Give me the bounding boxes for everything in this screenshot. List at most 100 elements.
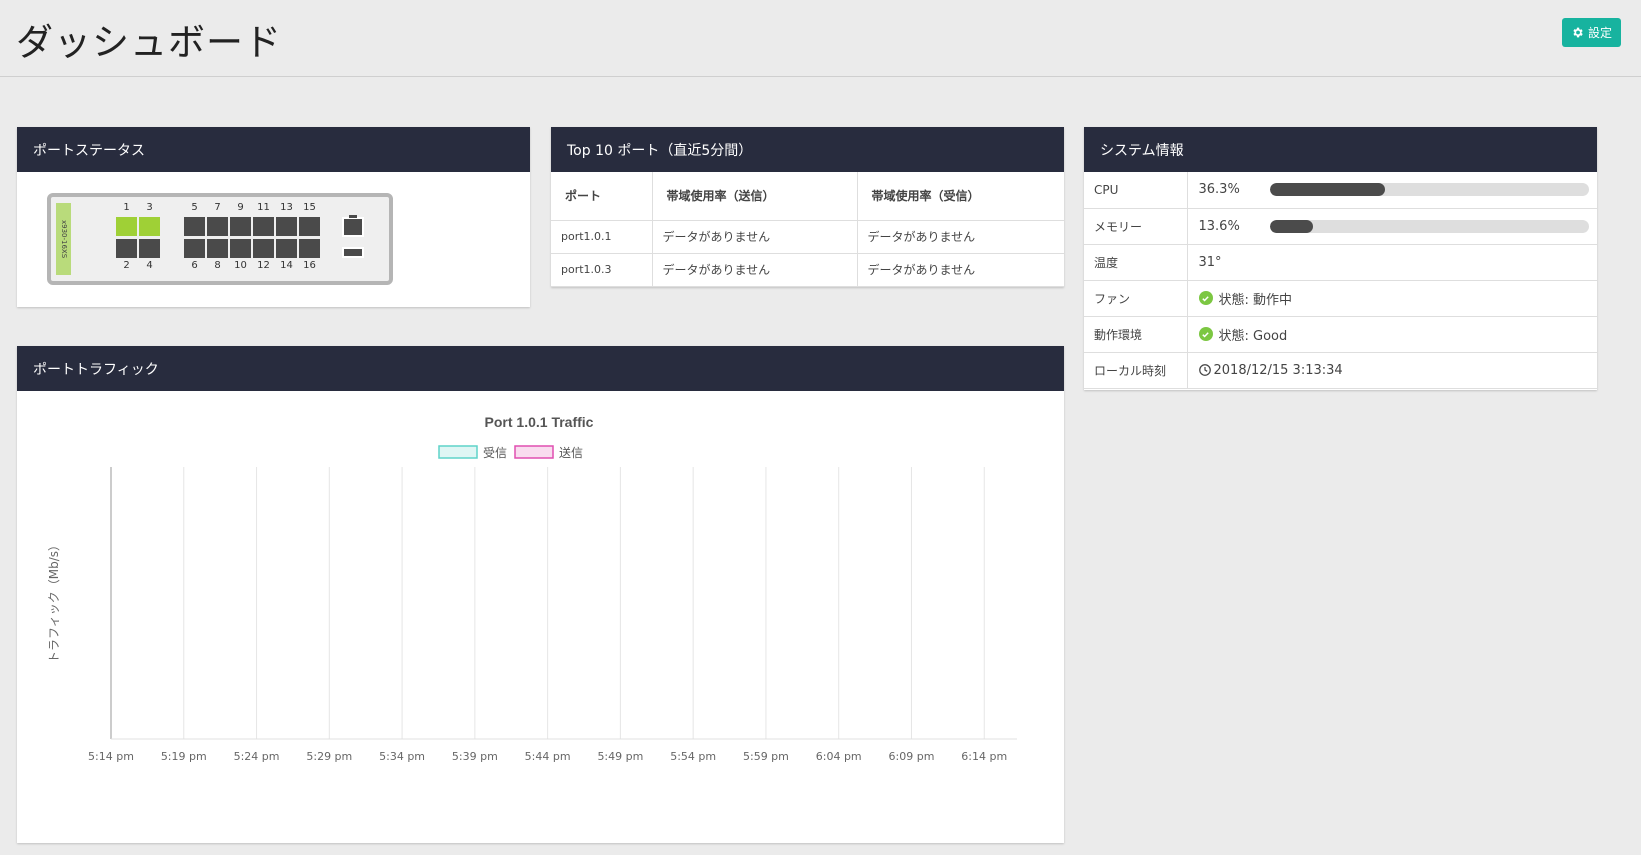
temperature-value: 31° [1187, 244, 1597, 281]
port-status-title: ポートステータス [17, 127, 530, 172]
port-number-label: 16 [303, 260, 316, 271]
temperature-label: 温度 [1084, 244, 1188, 281]
port-number-label: 6 [191, 260, 198, 271]
switch-port-13[interactable] [276, 217, 297, 236]
memory-value: 13.6% [1198, 218, 1240, 234]
check-circle-icon [1198, 291, 1213, 305]
column-header: 帯域使用率（送信） [652, 172, 858, 221]
memory-label: メモリー [1084, 208, 1188, 245]
environment-status: 状態: Good [1218, 328, 1288, 344]
x-tick-label: 5:59 pm [743, 750, 789, 763]
cell-port: port1.0.1 [551, 220, 653, 254]
x-tick-label: 5:29 pm [306, 750, 352, 763]
port-number-label: 14 [280, 260, 293, 271]
switch-port-11[interactable] [253, 217, 274, 236]
switch-model-label: x930-16XS [56, 203, 71, 275]
page-title: ダッシュボード [16, 21, 282, 64]
switch-port-1[interactable] [116, 217, 137, 236]
switch-port-6[interactable] [184, 239, 205, 258]
system-info-panel: システム情報 CPU 36.3% メモリー 13.6% 温度 31° ファン 状… [1084, 127, 1597, 390]
legend-swatch [438, 445, 478, 459]
gear-icon [1573, 27, 1583, 38]
port-status-panel: ポートステータス x930-16XS 1 2 3 4 5 6 7 8 9 10 11 12 13 14 15… [17, 127, 530, 307]
top10-table: ポート 帯域使用率（送信） 帯域使用率（受信） port1.0.1 データがあり… [551, 172, 1064, 287]
port-number-label: 1 [123, 202, 130, 213]
local-time-value: 2018/12/15 3:13:34 [1213, 362, 1343, 378]
switch-port-8[interactable] [207, 239, 228, 258]
port-number-label: 5 [191, 202, 198, 213]
x-tick-label: 6:04 pm [816, 750, 862, 763]
x-tick-label: 5:24 pm [234, 750, 280, 763]
switch-port-2[interactable] [116, 239, 137, 258]
cell-rx: データがありません [857, 253, 1064, 287]
fan-label: ファン [1084, 280, 1188, 317]
switch-port-7[interactable] [207, 217, 228, 236]
check-circle-icon [1198, 327, 1213, 341]
traffic-chart: Port 1.0.1 Traffic 受信 送信 5:14 pm 5:19 pm 5:… [47, 414, 1017, 763]
switch-port-9[interactable] [230, 217, 251, 236]
memory-row: メモリー 13.6% [1084, 208, 1597, 245]
table-header-row: ポート 帯域使用率（送信） 帯域使用率（受信） [551, 172, 1064, 221]
legend-item[interactable]: 受信 [438, 445, 507, 460]
x-tick-label: 5:14 pm [88, 750, 134, 763]
clock-icon [1198, 364, 1211, 376]
switch-port-12[interactable] [253, 239, 274, 258]
chart-legend: 受信 送信 [438, 445, 583, 460]
legend-label: 送信 [559, 445, 583, 460]
port-number-label: 9 [237, 202, 244, 213]
cpu-bar [1269, 183, 1589, 197]
local-time-row: ローカル時刻 2018/12/15 3:13:34 [1084, 352, 1597, 389]
switch-port-16[interactable] [299, 239, 320, 258]
fan-row: ファン 状態: 動作中 [1084, 280, 1597, 317]
x-tick-label: 5:54 pm [670, 750, 716, 763]
x-tick-label: 5:19 pm [161, 750, 207, 763]
memory-bar [1269, 219, 1589, 233]
sfp-port-2[interactable] [342, 247, 364, 258]
cell-port: port1.0.3 [551, 253, 653, 287]
switch-port-5[interactable] [184, 217, 205, 236]
column-header: ポート [551, 172, 653, 221]
port-traffic-title: ポートトラフィック [17, 346, 1064, 391]
fan-status: 状態: 動作中 [1218, 292, 1293, 308]
port-number-label: 12 [257, 260, 270, 271]
sfp-port-1[interactable] [342, 215, 364, 237]
page-header: ダッシュボード 設定 [0, 0, 1641, 77]
cell-tx: データがありません [652, 220, 858, 254]
table-row[interactable]: port1.0.1 データがありません データがありません [551, 220, 1064, 254]
switch-port-4[interactable] [139, 239, 160, 258]
x-tick-label: 5:34 pm [379, 750, 425, 763]
legend-item[interactable]: 送信 [514, 445, 583, 460]
port-number-label: 11 [257, 202, 270, 213]
switch-port-10[interactable] [230, 239, 251, 258]
cell-tx: データがありません [652, 253, 858, 287]
system-info-table: CPU 36.3% メモリー 13.6% 温度 31° ファン 状態: 動作中 [1084, 172, 1597, 389]
x-tick-label: 5:44 pm [525, 750, 571, 763]
table-row[interactable]: port1.0.3 データがありません データがありません [551, 253, 1064, 287]
settings-label: 設定 [1587, 26, 1612, 40]
system-info-title: システム情報 [1084, 127, 1597, 172]
switch-port-15[interactable] [299, 217, 320, 236]
cell-rx: データがありません [857, 220, 1064, 254]
port-number-label: 2 [123, 260, 130, 271]
top10-panel: Top 10 ポート（直近5分間） ポート 帯域使用率（送信） 帯域使用率（受信… [551, 127, 1064, 287]
switch-port-3[interactable] [139, 217, 160, 236]
port-traffic-panel: ポートトラフィック Port 1.0.1 Traffic 受信 送信 5:14 p… [17, 346, 1064, 843]
cpu-row: CPU 36.3% [1084, 172, 1597, 209]
x-axis-ticks: 5:14 pm 5:19 pm 5:24 pm 5:29 pm 5:34 pm 5:39 … [88, 750, 1007, 763]
settings-button[interactable]: 設定 [1561, 18, 1621, 47]
switch-faceplate: x930-16XS 1 2 3 4 5 6 7 8 9 10 11 12 13 14 15 16 [47, 193, 393, 285]
legend-label: 受信 [483, 446, 507, 460]
x-tick-label: 6:14 pm [961, 750, 1007, 763]
port-number-label: 7 [214, 202, 221, 213]
x-tick-label: 5:49 pm [597, 750, 643, 763]
switch-port-14[interactable] [276, 239, 297, 258]
environment-row: 動作環境 状態: Good [1084, 316, 1597, 353]
port-number-label: 13 [280, 202, 293, 213]
cpu-label: CPU [1084, 172, 1188, 209]
x-tick-label: 6:09 pm [889, 750, 935, 763]
x-tick-label: 5:39 pm [452, 750, 498, 763]
top10-title: Top 10 ポート（直近5分間） [551, 127, 1064, 172]
y-axis-label: トラフィック（Mb/s） [47, 539, 61, 663]
legend-swatch [514, 445, 554, 459]
local-time-label: ローカル時刻 [1084, 352, 1188, 389]
